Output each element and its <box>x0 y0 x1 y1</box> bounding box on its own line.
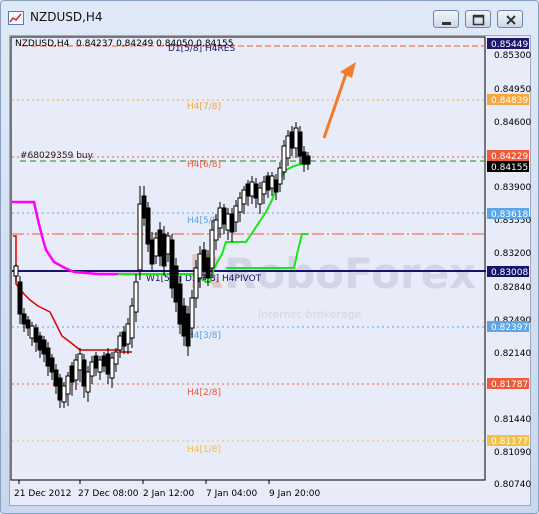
price-badge-text: 0.84155 <box>491 163 528 173</box>
h4-78-label: H4[7/8] <box>187 102 221 112</box>
price-tick: 0.83900 <box>494 183 531 193</box>
chart-window: NZDUSD,H4 R RoboForex Internet-brokerage <box>0 0 539 514</box>
time-label: 2 Jan 12:00 <box>143 489 195 499</box>
close-button[interactable] <box>497 10 523 28</box>
h4-18-label: H4[1/8] <box>187 445 221 455</box>
chart-canvas[interactable]: R RoboForex Internet-brokerage D1[5/8] H… <box>10 36 532 507</box>
symbol-label: NZDUSD,H4 <box>15 39 70 49</box>
price-tick: 0.80740 <box>494 480 531 490</box>
window-title: NZDUSD,H4 <box>30 10 103 24</box>
close-icon <box>506 15 516 25</box>
price-chart[interactable]: R RoboForex Internet-brokerage D1[5/8] H… <box>9 35 531 506</box>
price-badge-text: 0.81177 <box>491 437 528 447</box>
ohlc-label: 0.84237 0.84249 0.84050 0.84155 <box>76 39 233 49</box>
magenta-trend-line <box>12 200 140 276</box>
price-badge-text: 0.84839 <box>491 96 528 106</box>
watermark-brand: RoboForex <box>224 249 476 298</box>
maximize-button[interactable] <box>465 10 491 28</box>
price-tick: 0.81090 <box>494 448 531 458</box>
price-badge-text: 0.85449 <box>491 40 528 50</box>
price-tick: 0.84600 <box>494 118 531 128</box>
h4-68-label: H4[6/8] <box>187 160 221 170</box>
price-tick: 0.82140 <box>494 349 531 359</box>
price-badge-text: 0.83618 <box>491 210 528 220</box>
price-tick: 0.82840 <box>494 283 531 293</box>
time-axis: 21 Dec 2012 27 Dec 08:00 2 Jan 12:00 7 J… <box>14 480 321 499</box>
time-label: 27 Dec 08:00 <box>78 489 139 499</box>
time-label: 9 Jan 20:00 <box>269 489 321 499</box>
price-tick: 0.83200 <box>494 249 531 259</box>
price-badge-text: 0.82397 <box>491 323 528 333</box>
title-bar[interactable]: NZDUSD,H4 <box>1 1 538 35</box>
price-badge-text: 0.84229 <box>491 152 528 162</box>
price-tick: 0.84950 <box>494 85 531 95</box>
price-badges: 0.85449 0.84839 0.84229 0.84155 0.83618 … <box>487 38 529 447</box>
watermark-tagline: Internet-brokerage <box>258 308 362 321</box>
time-label: 7 Jan 04:00 <box>206 489 258 499</box>
maximize-icon <box>472 14 485 26</box>
chart-window-icon <box>8 11 24 25</box>
price-tick: 0.85300 <box>494 51 531 61</box>
order-label: #68029359 buy <box>20 151 94 161</box>
minimize-button[interactable] <box>433 10 459 28</box>
price-tick: 0.81440 <box>494 415 531 425</box>
price-badge-text: 0.83008 <box>491 268 528 278</box>
minimize-icon <box>442 22 451 25</box>
price-badge-text: 0.81787 <box>491 380 528 390</box>
time-label: 21 Dec 2012 <box>14 489 72 499</box>
h4-28-label: H4[2/8] <box>187 388 221 398</box>
